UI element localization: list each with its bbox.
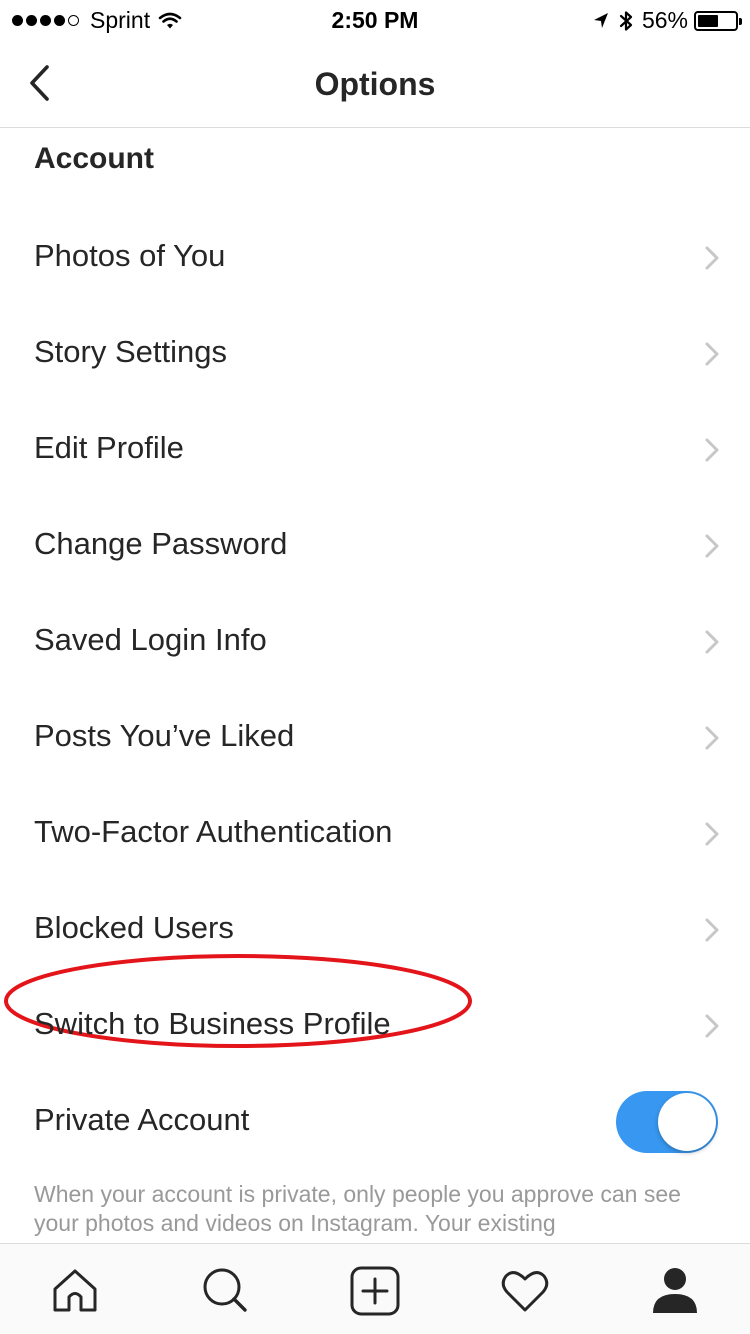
chevron-right-icon [705, 246, 719, 270]
toggle-knob [658, 1093, 716, 1151]
heart-icon [501, 1271, 549, 1312]
bottom-tab-bar [0, 1243, 750, 1334]
private-account-description: When your account is private, only peopl… [34, 1181, 681, 1236]
menu-item-label: Two-Factor Authentication [34, 814, 393, 849]
menu-item-two-factor-authentication[interactable]: Two-Factor Authentication [0, 785, 750, 881]
tab-home[interactable] [50, 1266, 100, 1316]
tab-new-post[interactable] [350, 1266, 400, 1316]
home-icon [53, 1269, 97, 1312]
battery-fill [698, 14, 718, 27]
options-screen: Sprint 2:50 PM 56% Options Account Photo… [0, 0, 750, 1334]
search-icon [203, 1268, 247, 1312]
menu-item-label: Private Account [34, 1102, 250, 1137]
private-account-toggle[interactable] [616, 1091, 718, 1153]
battery-cap [739, 17, 742, 25]
menu-item-label: Photos of You [34, 238, 226, 273]
tab-profile[interactable] [650, 1266, 700, 1316]
section-header-account: Account [34, 142, 154, 175]
menu-item-label: Story Settings [34, 334, 227, 369]
page-title: Options [314, 66, 436, 102]
menu-item-private-account: Private Account [0, 1073, 750, 1169]
status-bar: Sprint 2:50 PM 56% [0, 0, 750, 40]
chevron-right-icon [705, 534, 719, 558]
battery-icon [694, 10, 742, 31]
menu-item-label: Change Password [34, 526, 288, 561]
bluetooth-icon [619, 10, 633, 31]
location-arrow-icon [593, 12, 608, 28]
navigation-bar: Options [0, 40, 750, 128]
menu-item-edit-profile[interactable]: Edit Profile [0, 401, 750, 497]
menu-item-posts-youve-liked[interactable]: Posts You’ve Liked [0, 689, 750, 785]
menu-item-label: Edit Profile [34, 430, 184, 465]
chevron-right-icon [705, 1014, 719, 1038]
menu-item-photos-of-you[interactable]: Photos of You [0, 209, 750, 305]
profile-icon [653, 1268, 697, 1313]
menu-item-switch-to-business-profile[interactable]: Switch to Business Profile [0, 954, 750, 1073]
chevron-right-icon [705, 438, 719, 462]
options-content[interactable]: Account Photos of You Story Settings Edi… [0, 129, 750, 1243]
menu-item-label: Switch to Business Profile [34, 1006, 391, 1041]
menu-item-change-password[interactable]: Change Password [0, 497, 750, 593]
battery-percent: 56% [641, 7, 688, 33]
menu-item-label: Blocked Users [34, 910, 234, 945]
add-post-icon [350, 1266, 400, 1316]
account-menu-list: Photos of You Story Settings Edit Profil… [0, 209, 750, 1169]
chevron-right-icon [705, 342, 719, 366]
menu-item-label: Posts You’ve Liked [34, 718, 295, 753]
chevron-right-icon [705, 918, 719, 942]
chevron-right-icon [705, 630, 719, 654]
tab-search[interactable] [200, 1266, 250, 1316]
chevron-right-icon [705, 726, 719, 750]
menu-item-story-settings[interactable]: Story Settings [0, 305, 750, 401]
tab-activity[interactable] [500, 1266, 550, 1316]
chevron-right-icon [705, 822, 719, 846]
menu-item-saved-login-info[interactable]: Saved Login Info [0, 593, 750, 689]
status-right: 56% [592, 7, 742, 34]
menu-item-label: Saved Login Info [34, 622, 267, 657]
menu-item-blocked-users[interactable]: Blocked Users [0, 881, 750, 977]
